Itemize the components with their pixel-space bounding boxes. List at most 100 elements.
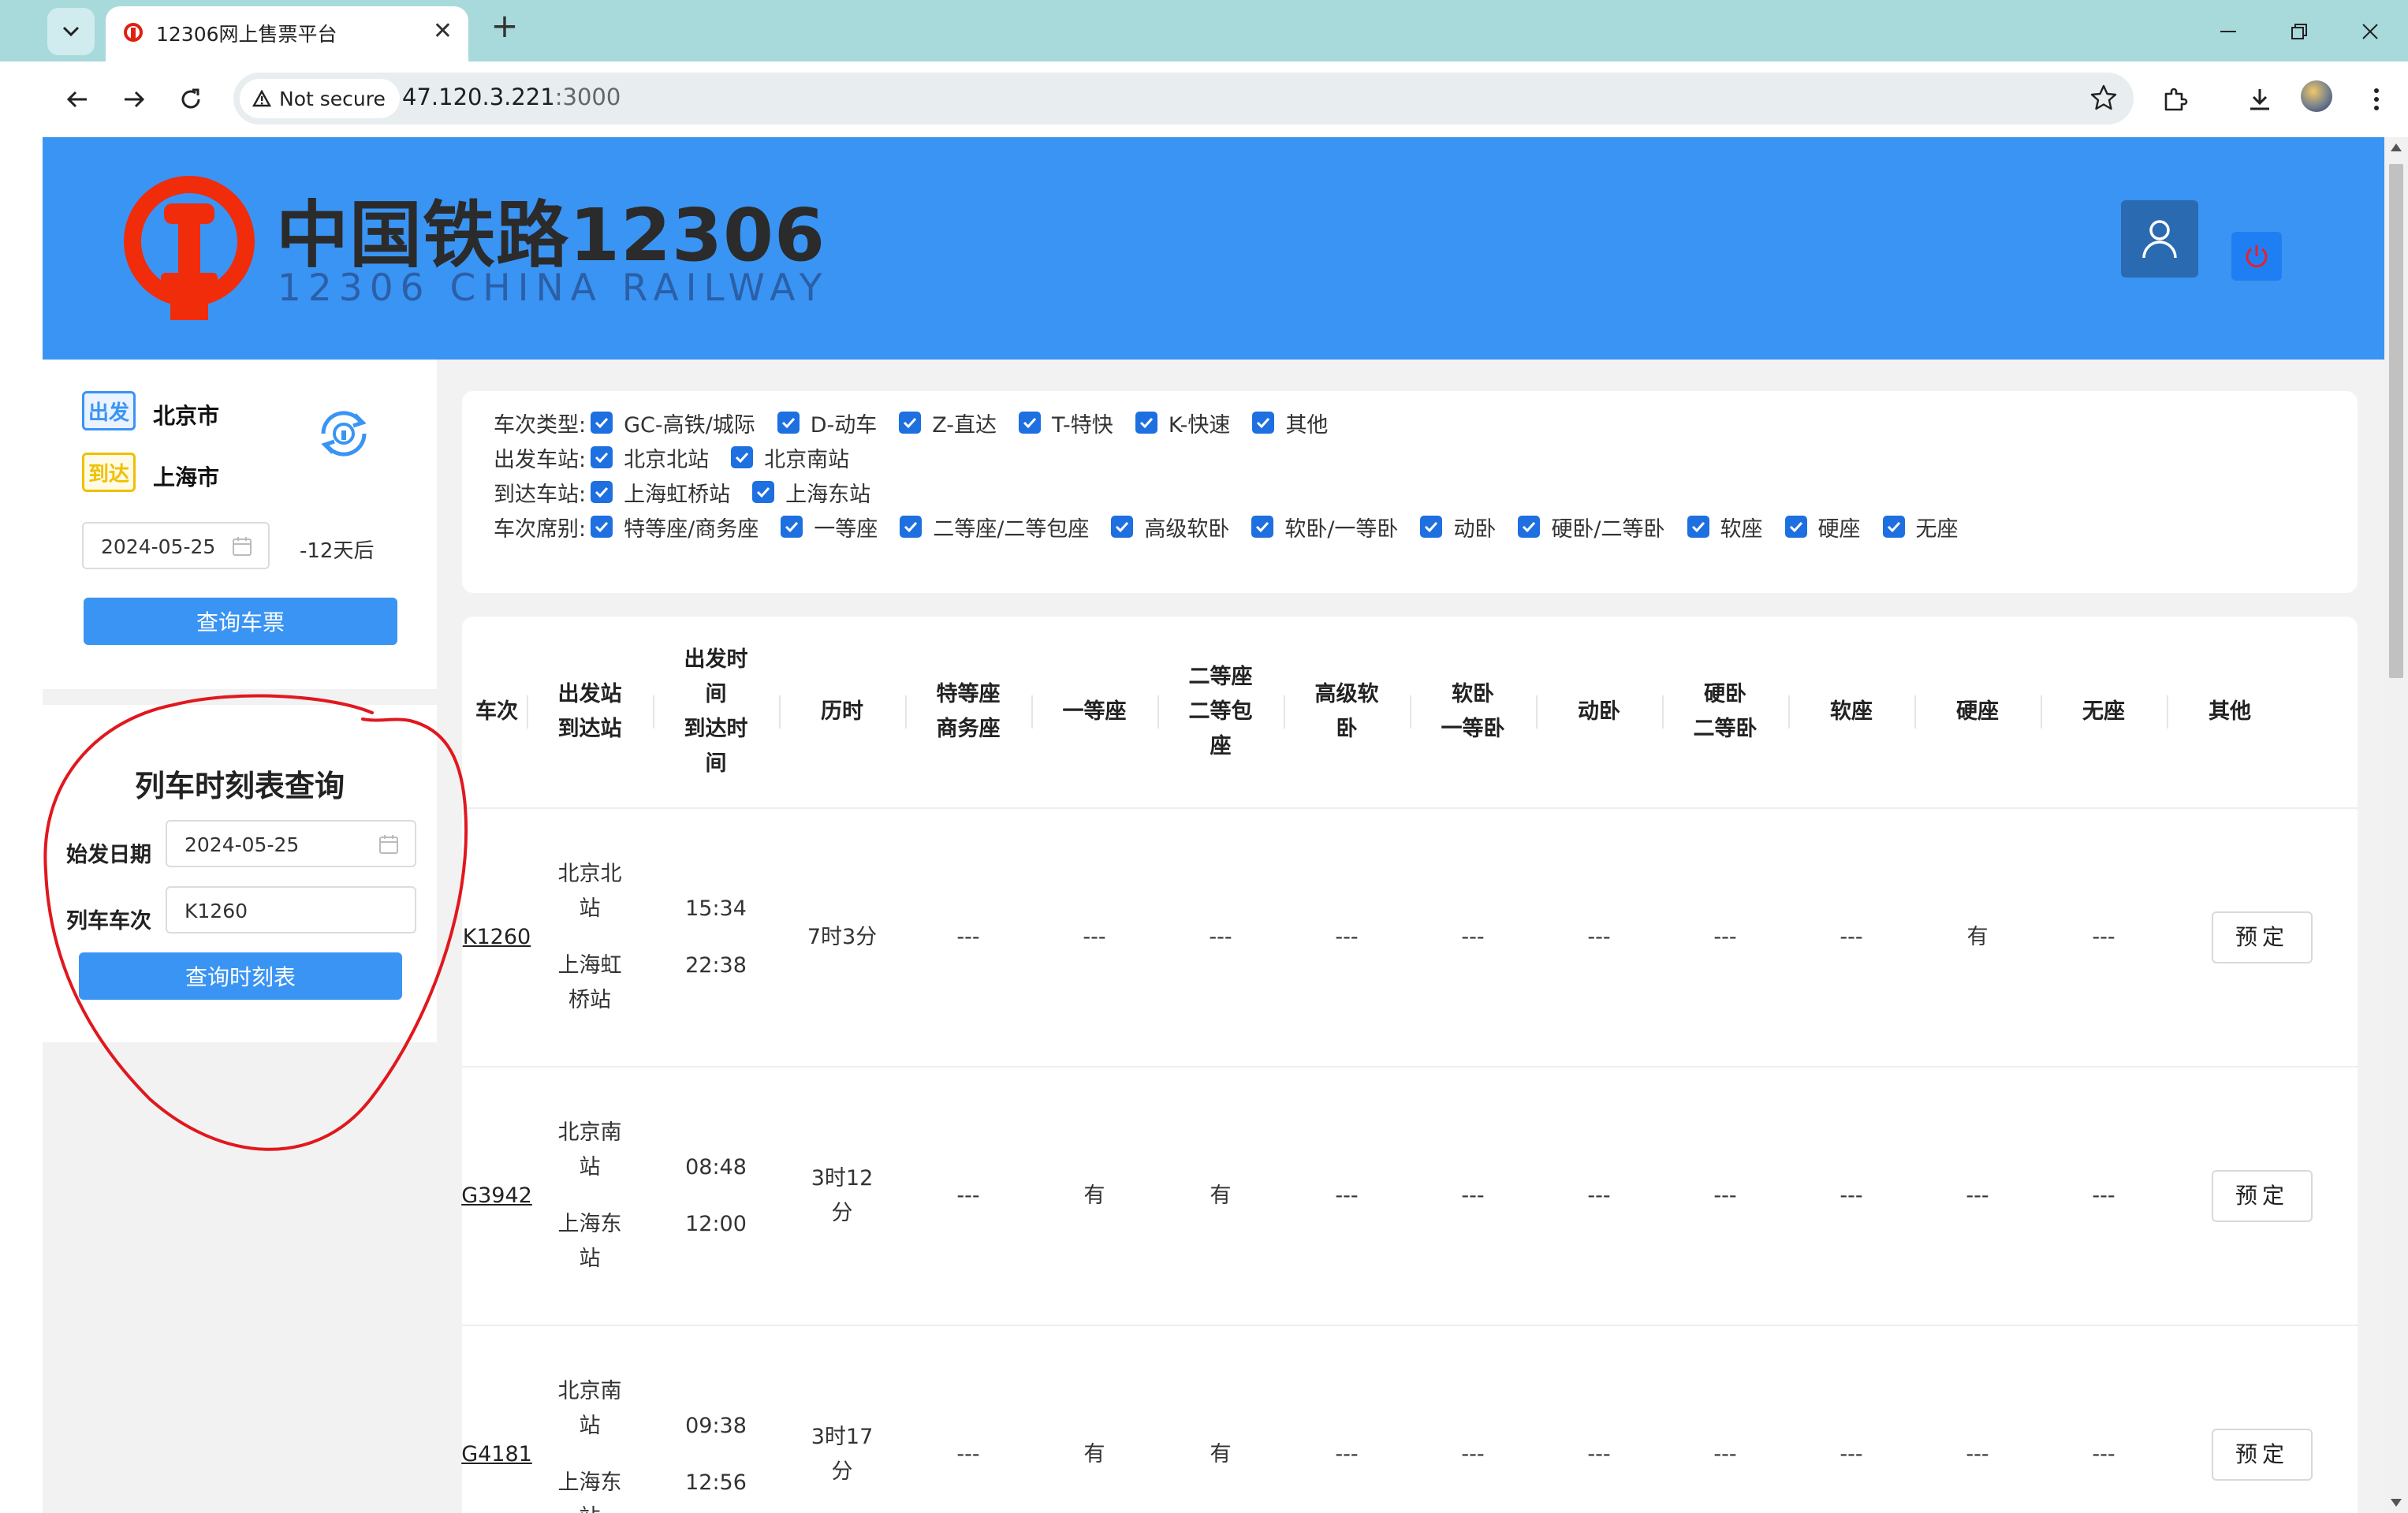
checkbox-checked-icon[interactable]: [591, 446, 613, 468]
security-chip[interactable]: Not secure: [240, 79, 400, 118]
header-divider: [1536, 695, 1538, 729]
user-button[interactable]: [2121, 200, 2198, 278]
scroll-up-arrow-icon[interactable]: [2391, 143, 2402, 151]
travel-date-input[interactable]: 2024-05-25: [82, 522, 270, 569]
checkbox-checked-icon[interactable]: [1882, 516, 1905, 538]
depart-station-filter: 出发车站: 北京北站 北京南站: [494, 442, 871, 473]
train-type-checkbox[interactable]: 其他: [1252, 408, 1328, 438]
seat-class-checkbox[interactable]: 动卧: [1420, 512, 1496, 542]
seat-class-checkbox[interactable]: 硬卧/二等卧: [1518, 512, 1665, 542]
train-type-checkbox[interactable]: K-快速: [1135, 408, 1230, 438]
checkbox-checked-icon[interactable]: [1135, 412, 1157, 434]
checkbox-checked-icon[interactable]: [781, 516, 803, 538]
checkbox-checked-icon[interactable]: [1019, 412, 1042, 434]
seat-class-checkbox[interactable]: 无座: [1882, 512, 1959, 542]
train-number-link[interactable]: G3942: [461, 1179, 532, 1213]
col-duration[interactable]: 历时: [779, 617, 905, 807]
arrive-station-checkbox[interactable]: 上海东站: [752, 477, 870, 508]
seat-class-checkbox[interactable]: 一等座: [781, 512, 878, 542]
train-type-checkbox[interactable]: GC-高铁/城际: [591, 408, 755, 438]
checkbox-checked-icon[interactable]: [1251, 516, 1274, 538]
browser-menu-button[interactable]: [2358, 80, 2395, 118]
swap-stations-icon[interactable]: [314, 404, 374, 464]
train-type-filter: 车次类型: GC-高铁/城际 D-动车 Z-直达 T-特快 K-快速 其他: [494, 408, 1350, 438]
book-button[interactable]: 预定: [2212, 911, 2313, 963]
hard-sleeper-cell: ---: [1713, 925, 1737, 949]
moving-sleeper-cell: ---: [1587, 925, 1611, 949]
logout-button[interactable]: [2231, 232, 2282, 281]
restore-button[interactable]: [2268, 9, 2331, 54]
checkbox-checked-icon[interactable]: [1111, 516, 1134, 538]
col-hard-seat: 硬座: [1956, 699, 1999, 724]
depart-time: 08:48: [685, 1155, 747, 1179]
back-button[interactable]: [58, 80, 96, 118]
train-type-checkbox[interactable]: D-动车: [777, 408, 877, 438]
col-second: 二等座 二等包座: [1188, 665, 1253, 758]
col-train-no[interactable]: 车次: [462, 617, 531, 807]
tab-close-icon[interactable]: ✕: [433, 17, 453, 45]
checkbox-checked-icon[interactable]: [1784, 516, 1807, 538]
checkbox-checked-icon[interactable]: [1252, 412, 1275, 434]
seat-class-checkbox[interactable]: 二等座/二等包座: [900, 512, 1089, 542]
checkbox-checked-icon[interactable]: [900, 516, 923, 538]
downloads-button[interactable]: [2241, 80, 2279, 118]
checkbox-checked-icon[interactable]: [777, 412, 800, 434]
to-station: 上海虹 桥站: [557, 953, 622, 1012]
checkbox-checked-icon[interactable]: [899, 412, 922, 434]
depart-tag: 出发: [82, 391, 136, 430]
train-type-checkbox[interactable]: T-特快: [1019, 408, 1113, 438]
book-button[interactable]: 预定: [2212, 1170, 2313, 1222]
close-window-button[interactable]: [2339, 9, 2402, 54]
profile-avatar[interactable]: [2301, 80, 2332, 112]
tab-search-button[interactable]: [47, 8, 95, 55]
train-type-checkbox[interactable]: Z-直达: [899, 408, 997, 438]
soft-seat-cell: ---: [1840, 1183, 1863, 1208]
start-date-input[interactable]: 2024-05-25: [166, 820, 416, 867]
page-scrollbar[interactable]: [2384, 137, 2408, 1513]
seat-class-label: 车次席别:: [494, 516, 587, 542]
minimize-button[interactable]: [2197, 9, 2260, 54]
seat-class-checkbox[interactable]: 高级软卧: [1111, 512, 1229, 542]
train-results-table: 车次 出发站 到达站 出发时间到达时间 历时 特等座 商务座 一等座 二等座 二等包座…: [461, 617, 2358, 1513]
checkbox-checked-icon[interactable]: [731, 446, 754, 468]
kebab-menu-icon: [2374, 88, 2379, 110]
checkbox-checked-icon[interactable]: [591, 412, 613, 434]
forward-button[interactable]: [115, 80, 153, 118]
query-timetable-button[interactable]: 查询时刻表: [79, 952, 402, 1000]
seat-class-checkbox[interactable]: 特等座/商务座: [591, 512, 759, 542]
browser-tab[interactable]: 12306网上售票平台 ✕: [106, 6, 468, 61]
scroll-down-arrow-icon[interactable]: [2391, 1499, 2402, 1507]
extensions-button[interactable]: [2156, 80, 2194, 118]
train-number-input[interactable]: K1260: [166, 886, 416, 934]
checkbox-checked-icon[interactable]: [591, 516, 613, 538]
reload-button[interactable]: [172, 80, 210, 118]
seat-class-checkbox[interactable]: 硬座: [1784, 512, 1861, 542]
depart-city[interactable]: 北京市: [153, 399, 219, 430]
address-bar[interactable]: Not secure 47.120.3.221:3000: [233, 73, 2134, 125]
checkbox-checked-icon[interactable]: [752, 481, 775, 503]
depart-station-checkbox[interactable]: 北京北站: [591, 442, 709, 473]
train-number-link[interactable]: K1260: [463, 920, 531, 955]
header-divider: [527, 695, 528, 729]
checkbox-checked-icon[interactable]: [1518, 516, 1541, 538]
depart-station-checkbox[interactable]: 北京南站: [731, 442, 849, 473]
seat-class-checkbox[interactable]: 软卧/一等卧: [1251, 512, 1398, 542]
query-tickets-button[interactable]: 查询车票: [84, 598, 397, 645]
url-text[interactable]: 47.120.3.221:3000: [402, 84, 621, 110]
new-tab-button[interactable]: +: [481, 6, 528, 45]
checkbox-checked-icon[interactable]: [1687, 516, 1709, 538]
checkbox-checked-icon[interactable]: [1420, 516, 1443, 538]
train-number-link[interactable]: G4181: [461, 1437, 532, 1472]
bookmark-button[interactable]: [2089, 84, 2118, 115]
col-stations[interactable]: 出发站 到达站: [527, 617, 653, 807]
scroll-thumb[interactable]: [2389, 164, 2403, 678]
book-button[interactable]: 预定: [2212, 1429, 2313, 1481]
seat-class-checkbox[interactable]: 软座: [1687, 512, 1763, 542]
train-type-label: 车次类型:: [494, 412, 587, 438]
col-no-seat: 无座: [2082, 699, 2125, 724]
checkbox-checked-icon[interactable]: [591, 481, 613, 503]
arrive-station-checkbox[interactable]: 上海虹桥站: [591, 477, 730, 508]
arrive-city[interactable]: 上海市: [153, 460, 219, 492]
arrow-left-icon: [66, 91, 87, 108]
col-times[interactable]: 出发时间到达时间: [653, 617, 779, 807]
